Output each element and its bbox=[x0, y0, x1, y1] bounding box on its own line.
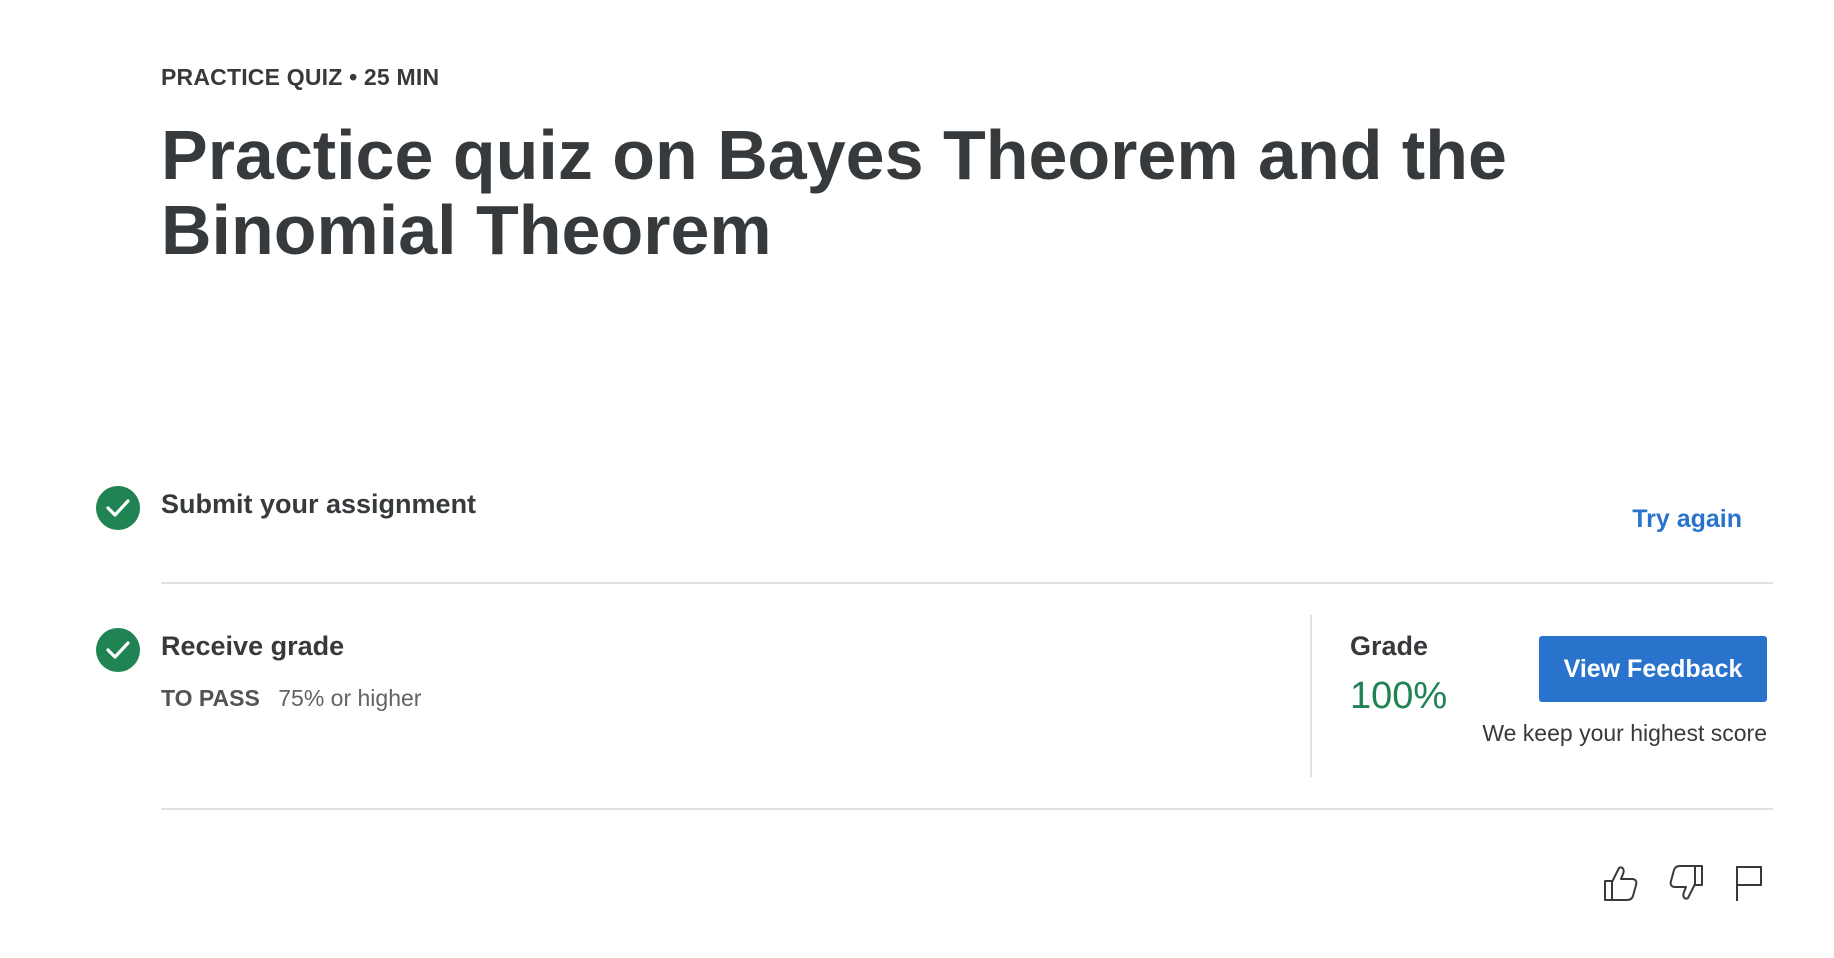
check-circle-icon bbox=[96, 486, 140, 530]
pass-requirement: TO PASS 75% or higher bbox=[161, 685, 421, 712]
grade-value: 100% bbox=[1350, 675, 1448, 717]
highest-score-note: We keep your highest score bbox=[1482, 720, 1767, 746]
page-title: Practice quiz on Bayes Theorem and the B… bbox=[161, 116, 1507, 269]
quiz-page: PRACTICE QUIZ • 25 MIN Practice quiz on … bbox=[0, 0, 1834, 958]
thumbs-up-icon[interactable] bbox=[1598, 859, 1642, 907]
quiz-meta: PRACTICE QUIZ • 25 MIN bbox=[161, 64, 440, 90]
grade-label: Grade bbox=[1350, 631, 1429, 661]
view-feedback-button[interactable]: View Feedback bbox=[1539, 636, 1767, 702]
to-pass-label: TO PASS bbox=[161, 685, 260, 711]
divider bbox=[161, 582, 1773, 584]
submit-step-label: Submit your assignment bbox=[161, 489, 477, 519]
check-circle-icon bbox=[96, 628, 140, 672]
to-pass-value: 75% or higher bbox=[278, 685, 422, 711]
flag-icon[interactable] bbox=[1727, 859, 1771, 907]
try-again-link[interactable]: Try again bbox=[1632, 505, 1742, 534]
vertical-divider bbox=[1310, 615, 1312, 777]
divider bbox=[161, 808, 1773, 810]
receive-grade-label: Receive grade bbox=[161, 631, 345, 661]
thumbs-down-icon[interactable] bbox=[1665, 859, 1709, 907]
